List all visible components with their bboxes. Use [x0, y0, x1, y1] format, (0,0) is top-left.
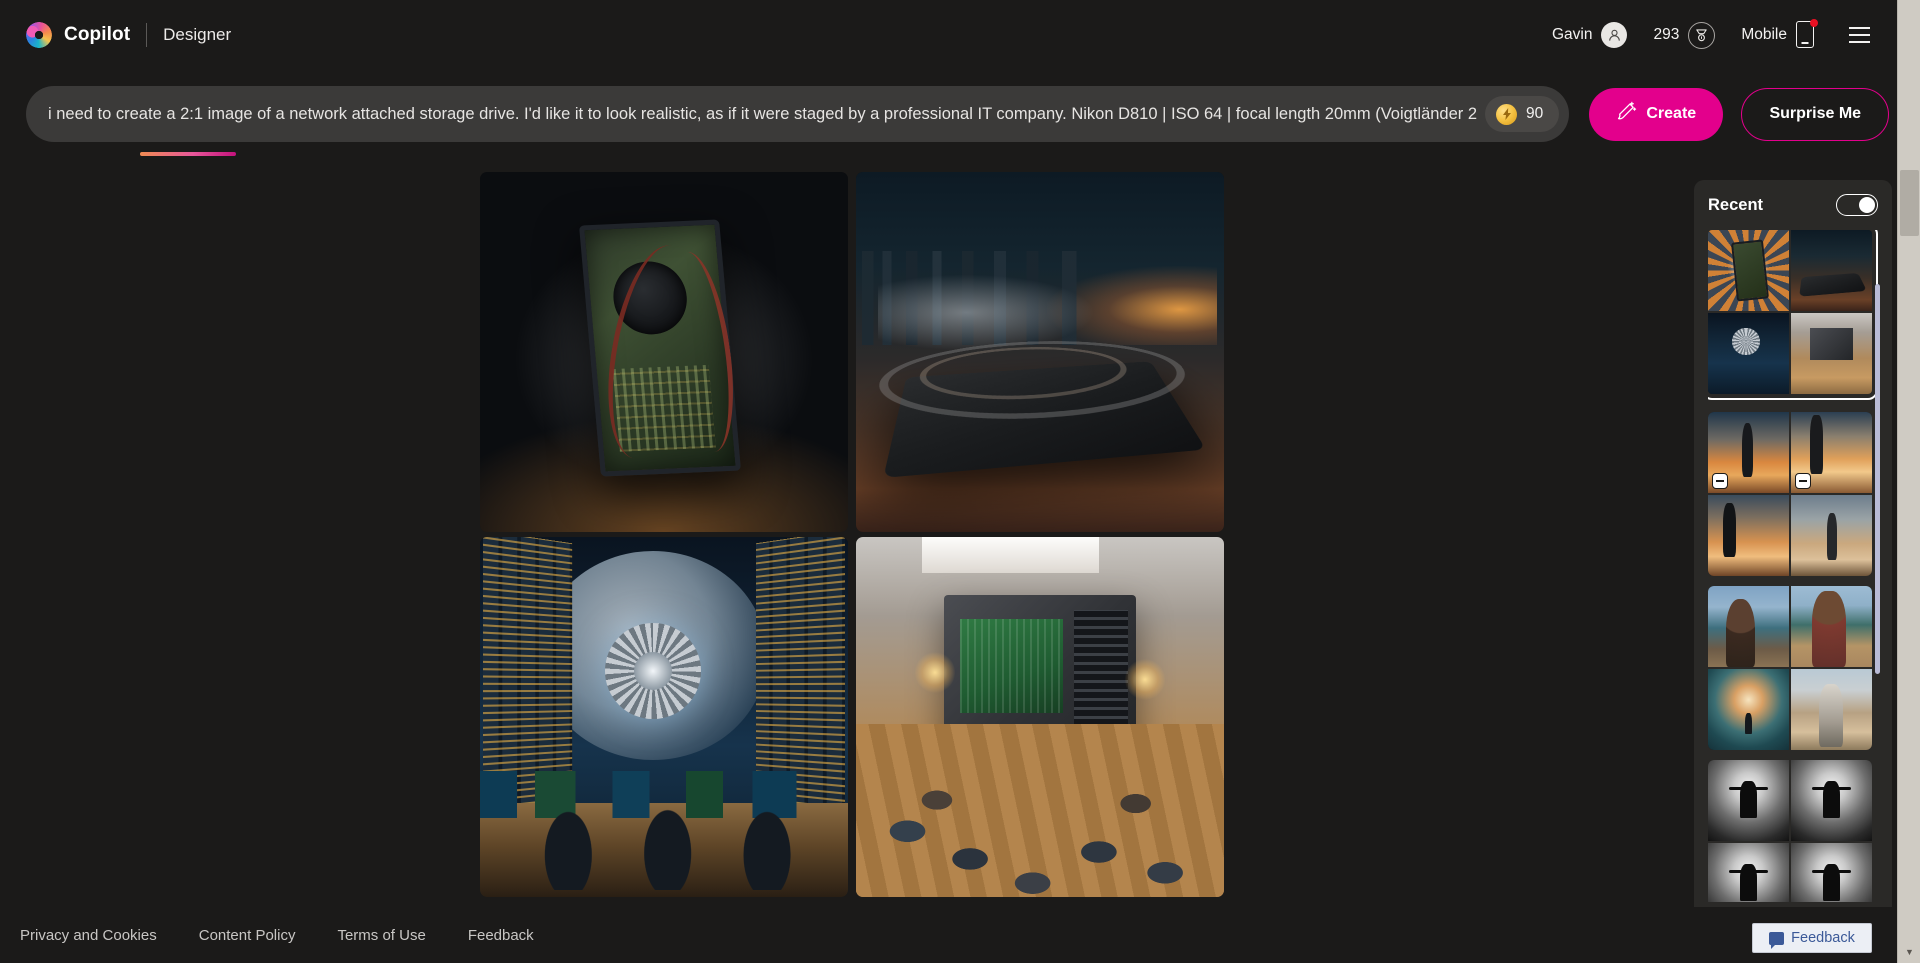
thumbnail-art: [1708, 495, 1789, 576]
copilot-designer-app: Copilot Designer Gavin 293: [0, 0, 1920, 963]
create-button[interactable]: Create: [1589, 88, 1723, 141]
thumb-beach-silhouette-1[interactable]: [1708, 412, 1789, 493]
mobile-phone-icon: [1796, 21, 1816, 49]
surprise-me-label: Surprise Me: [1769, 105, 1861, 122]
recent-group-storage-drive[interactable]: [1708, 230, 1872, 394]
active-tab-indicator: [140, 152, 236, 156]
user-name: Gavin: [1552, 26, 1593, 44]
thumbnail-art: [1791, 669, 1872, 750]
image-art: [856, 537, 1224, 897]
thumbnail-art: [1791, 495, 1872, 576]
boost-token-count: 90: [1526, 105, 1543, 123]
tab-strip: [140, 152, 240, 162]
thumbnail-art: [1791, 843, 1872, 902]
thumb-bw-arms-open-4[interactable]: [1791, 843, 1872, 902]
thumb-bw-arms-open-2[interactable]: [1791, 760, 1872, 841]
rewards-medal-icon: [1688, 22, 1715, 49]
recent-visibility-toggle[interactable]: [1836, 194, 1878, 216]
thumbnail-art: [1791, 586, 1872, 667]
thumb-beach-portrait-2[interactable]: [1791, 586, 1872, 667]
image-art: [480, 172, 848, 532]
brand-name: Copilot: [64, 24, 130, 46]
recent-panel-scrollbar-thumb[interactable]: [1875, 284, 1880, 674]
facebook-feedback-label: Feedback: [1791, 930, 1855, 946]
brand-divider: [146, 23, 147, 47]
generated-image-grid: [480, 172, 1220, 912]
thumb-datacenter-turbine[interactable]: [1708, 313, 1789, 394]
thumb-beach-silhouette-4[interactable]: [1791, 495, 1872, 576]
thumbnail-art: [1791, 230, 1872, 311]
thumbnail-art: [1708, 586, 1789, 667]
hamburger-menu-icon[interactable]: [1839, 15, 1879, 55]
scroll-down-arrow-icon[interactable]: ▼: [1898, 940, 1920, 963]
facebook-feedback-button[interactable]: Feedback: [1752, 923, 1872, 953]
browser-scrollbar-track[interactable]: [1898, 0, 1920, 963]
thumb-hard-drive-city[interactable]: [1708, 230, 1789, 311]
edited-badge-icon: [1795, 473, 1811, 489]
recent-group-beach-portraits[interactable]: [1708, 586, 1872, 750]
thumbnail-art: [1791, 760, 1872, 841]
generated-image-datacenter-turbine-planet[interactable]: [480, 537, 848, 897]
thumb-bw-arms-open-1[interactable]: [1708, 760, 1789, 841]
thumb-hard-drive-freeway[interactable]: [1791, 230, 1872, 311]
thumb-bw-arms-open-3[interactable]: [1708, 843, 1789, 902]
boost-token-pill[interactable]: 90: [1485, 96, 1559, 132]
generated-image-hard-drive-exploding-city[interactable]: [480, 172, 848, 532]
product-name: Designer: [163, 25, 231, 45]
prompt-bar: i need to create a 2:1 image of a networ…: [26, 86, 1844, 142]
recent-panel-title: Recent: [1708, 196, 1763, 215]
thumb-server-workshop[interactable]: [1791, 313, 1872, 394]
browser-scrollbar[interactable]: ▼: [1897, 0, 1920, 963]
thumbnail-art: [1708, 669, 1789, 750]
app-header: Copilot Designer Gavin 293: [0, 0, 1897, 70]
footer-link-terms[interactable]: Terms of Use: [337, 927, 425, 944]
thumb-beach-silhouette-2[interactable]: [1791, 412, 1872, 493]
edited-badge-icon: [1712, 473, 1728, 489]
recent-group-beach-sunset[interactable]: [1708, 412, 1872, 576]
generated-image-crowded-server-workshop[interactable]: [856, 537, 1224, 897]
mobile-button[interactable]: Mobile: [1728, 21, 1829, 49]
mobile-label: Mobile: [1741, 26, 1787, 44]
copilot-logo-icon: [23, 19, 56, 52]
footer-link-privacy[interactable]: Privacy and Cookies: [20, 927, 157, 944]
thumb-beach-silhouette-3[interactable]: [1708, 495, 1789, 576]
thumb-beach-portrait-1[interactable]: [1708, 586, 1789, 667]
prompt-input[interactable]: i need to create a 2:1 image of a networ…: [48, 86, 1477, 142]
thumb-beach-sunburst[interactable]: [1708, 669, 1789, 750]
facebook-feedback-icon: [1769, 932, 1784, 945]
recent-group-monochrome-beach[interactable]: [1708, 760, 1872, 902]
image-art: [856, 172, 1224, 532]
boost-coin-icon: [1496, 104, 1517, 125]
account-button[interactable]: Gavin: [1539, 22, 1641, 48]
create-button-label: Create: [1646, 105, 1696, 123]
generated-image-hard-drive-freeway-dusk[interactable]: [856, 172, 1224, 532]
thumbnail-art: [1708, 843, 1789, 902]
footer-link-content-policy[interactable]: Content Policy: [199, 927, 296, 944]
thumbnail-art: [1708, 230, 1789, 311]
surprise-me-button[interactable]: Surprise Me: [1741, 88, 1889, 141]
magic-wand-icon: [1616, 101, 1637, 127]
rewards-points: 293: [1653, 26, 1679, 44]
footer-link-feedback[interactable]: Feedback: [468, 927, 534, 944]
notification-dot-icon: [1810, 19, 1818, 27]
prompt-input-container[interactable]: i need to create a 2:1 image of a networ…: [26, 86, 1569, 142]
image-art: [480, 537, 848, 897]
browser-scrollbar-thumb[interactable]: [1900, 170, 1919, 236]
thumb-beach-backpacker[interactable]: [1791, 669, 1872, 750]
header-actions: Gavin 293: [1539, 15, 1879, 55]
recent-panel-scrollbar[interactable]: [1875, 284, 1880, 902]
app-footer: Privacy and Cookies Content Policy Terms…: [0, 907, 1897, 963]
recent-panel: Recent: [1694, 180, 1892, 913]
rewards-button[interactable]: 293: [1640, 22, 1728, 49]
toggle-knob: [1859, 197, 1875, 213]
recent-panel-header: Recent: [1708, 194, 1882, 216]
thumbnail-art: [1708, 313, 1789, 394]
recent-thumbnail-list[interactable]: [1708, 230, 1882, 902]
thumbnail-art: [1791, 313, 1872, 394]
user-avatar-icon: [1601, 22, 1627, 48]
thumbnail-art: [1708, 760, 1789, 841]
brand-area[interactable]: Copilot Designer: [26, 22, 231, 48]
